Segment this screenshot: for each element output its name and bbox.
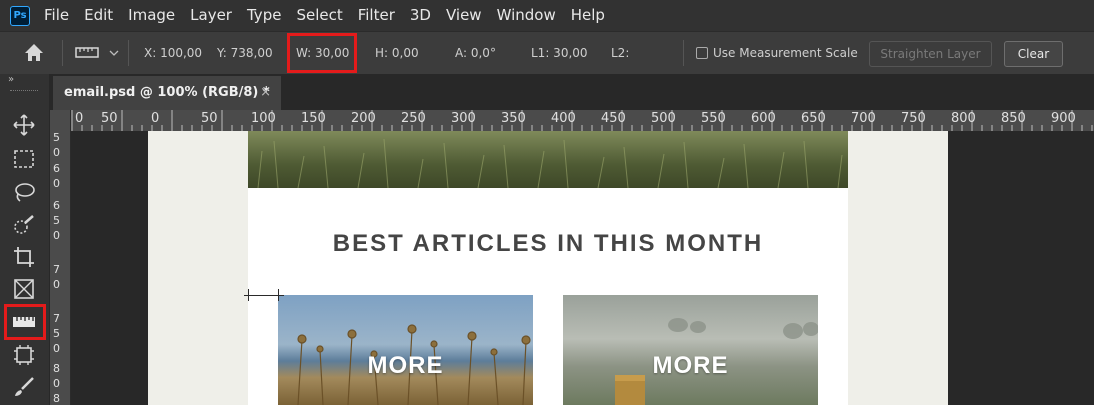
hruler-label: 400 bbox=[551, 111, 576, 126]
hruler-label: 800 bbox=[951, 111, 976, 126]
hruler-label: 250 bbox=[401, 111, 426, 126]
hruler-label: 850 bbox=[1001, 111, 1026, 126]
measurement-end-marker[interactable] bbox=[278, 289, 279, 301]
grass-texture bbox=[257, 138, 843, 188]
vruler-label: 5 bbox=[53, 214, 60, 227]
hruler-label: 700 bbox=[851, 111, 876, 126]
vruler-label: 0 bbox=[53, 278, 60, 291]
photoshop-logo-icon[interactable]: Ps bbox=[10, 5, 30, 26]
vruler-label: 0 bbox=[53, 229, 60, 242]
hruler-label: 0 bbox=[151, 111, 160, 126]
angle-readout: A: 0,0° bbox=[455, 46, 496, 60]
vruler-label: 8 bbox=[53, 362, 60, 375]
hruler-label: 300 bbox=[451, 111, 476, 126]
panel-grip[interactable] bbox=[10, 90, 38, 94]
horizontal-ruler[interactable]: 0 50 0 50 100 150 200 250 300 350 400 45… bbox=[70, 110, 1094, 132]
hruler-label: 50 bbox=[101, 111, 118, 126]
height-readout: H: 0,00 bbox=[375, 46, 419, 60]
lasso-tool-icon[interactable] bbox=[9, 177, 39, 207]
clear-button[interactable]: Clear bbox=[1004, 41, 1063, 67]
menu-file[interactable]: File bbox=[44, 0, 69, 31]
menu-3d[interactable]: 3D bbox=[410, 0, 431, 31]
length1-readout: L1: 30,00 bbox=[531, 46, 588, 60]
home-icon[interactable] bbox=[22, 32, 46, 74]
brush-tool-icon[interactable] bbox=[9, 372, 39, 402]
hruler-label: 50 bbox=[201, 111, 218, 126]
close-tab-icon[interactable]: × bbox=[260, 76, 271, 110]
use-measurement-scale-checkbox[interactable] bbox=[696, 47, 708, 59]
options-bar: X: 100,00 Y: 738,00 W: 30,00 H: 0,00 A: … bbox=[0, 31, 1094, 75]
article-card-2[interactable]: MORE bbox=[563, 295, 818, 405]
menu-type[interactable]: Type bbox=[247, 0, 281, 31]
hruler-label: 100 bbox=[251, 111, 276, 126]
ruler-tool-preset-icon[interactable] bbox=[74, 32, 122, 74]
hruler-label: 350 bbox=[501, 111, 526, 126]
quick-selection-tool-icon[interactable] bbox=[9, 210, 39, 240]
divider bbox=[62, 40, 63, 66]
vruler-label: 5 bbox=[53, 327, 60, 340]
menu-filter[interactable]: Filter bbox=[358, 0, 395, 31]
document-tab-bar: email.psd @ 100% (RGB/8) * × bbox=[50, 74, 1094, 110]
straighten-layer-button[interactable]: Straighten Layer bbox=[869, 41, 992, 67]
hruler-label: 650 bbox=[801, 111, 826, 126]
document-tab-title: email.psd @ 100% (RGB/8) * bbox=[64, 85, 270, 100]
x-readout: X: 100,00 bbox=[144, 46, 203, 60]
hruler-label: 200 bbox=[351, 111, 376, 126]
menu-layer[interactable]: Layer bbox=[190, 0, 232, 31]
hruler-label: 150 bbox=[301, 111, 326, 126]
hruler-label: 450 bbox=[601, 111, 626, 126]
menu-window[interactable]: Window bbox=[497, 0, 556, 31]
artboard-tool-icon[interactable] bbox=[9, 340, 39, 370]
card-1-plants bbox=[297, 324, 531, 405]
vruler-label: 0 bbox=[53, 146, 60, 159]
hruler-label: 500 bbox=[651, 111, 676, 126]
use-measurement-scale-label[interactable]: Use Measurement Scale bbox=[713, 32, 858, 74]
vruler-label: 0 bbox=[53, 177, 60, 190]
horizontal-ruler-ticks bbox=[71, 110, 1093, 131]
article-card-1[interactable]: MORE bbox=[278, 295, 533, 405]
hruler-label: 0 bbox=[75, 111, 84, 126]
card-2-landscape bbox=[615, 318, 818, 405]
hruler-label: 550 bbox=[701, 111, 726, 126]
marquee-tool-icon[interactable] bbox=[9, 144, 39, 174]
hruler-label: 750 bbox=[901, 111, 926, 126]
section-heading: BEST ARTICLES IN THIS MONTH bbox=[332, 230, 764, 257]
divider bbox=[128, 40, 129, 66]
card-2-more-label[interactable]: MORE bbox=[563, 352, 818, 380]
card-1-more-label[interactable]: MORE bbox=[278, 352, 533, 380]
vruler-label: 7 bbox=[53, 312, 60, 325]
menu-edit[interactable]: Edit bbox=[84, 0, 113, 31]
width-readout-highlight bbox=[287, 33, 357, 73]
vruler-label: 5 bbox=[53, 131, 60, 144]
vertical-ruler[interactable]: 5 0 6 0 6 5 0 7 0 7 5 0 8 0 8 bbox=[50, 110, 71, 405]
move-tool-icon[interactable] bbox=[9, 110, 39, 140]
menu-image[interactable]: Image bbox=[128, 0, 175, 31]
ruler-tool-highlight bbox=[4, 304, 46, 340]
vruler-label: 8 bbox=[53, 392, 60, 405]
vruler-label: 6 bbox=[53, 162, 60, 175]
tools-panel: » bbox=[0, 74, 50, 405]
hruler-label: 600 bbox=[751, 111, 776, 126]
menu-select[interactable]: Select bbox=[296, 0, 342, 31]
divider bbox=[683, 40, 684, 66]
frame-tool-icon[interactable] bbox=[9, 274, 39, 304]
menu-view[interactable]: View bbox=[446, 0, 482, 31]
vruler-label: 0 bbox=[53, 342, 60, 355]
hero-image[interactable] bbox=[248, 131, 848, 188]
y-readout: Y: 738,00 bbox=[217, 46, 273, 60]
vruler-label: 6 bbox=[53, 199, 60, 212]
measurement-start-marker[interactable] bbox=[248, 289, 249, 301]
crop-tool-icon[interactable] bbox=[9, 242, 39, 272]
menu-bar: Ps File Edit Image Layer Type Select Fil… bbox=[0, 0, 1094, 31]
hruler-label: 900 bbox=[1051, 111, 1076, 126]
document-tab[interactable]: email.psd @ 100% (RGB/8) * × bbox=[53, 76, 281, 110]
collapse-panel-icon[interactable]: » bbox=[8, 74, 14, 85]
length2-readout: L2: bbox=[611, 46, 630, 60]
vruler-label: 7 bbox=[53, 263, 60, 276]
vruler-label: 0 bbox=[53, 377, 60, 390]
menu-help[interactable]: Help bbox=[571, 0, 605, 31]
